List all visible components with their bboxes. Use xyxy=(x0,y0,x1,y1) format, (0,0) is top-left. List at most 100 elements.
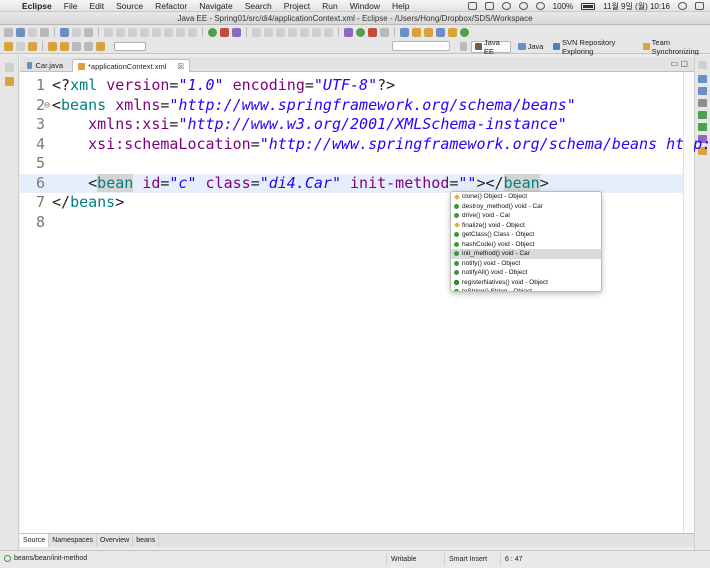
nav-icon[interactable] xyxy=(276,27,285,37)
skip-icon[interactable] xyxy=(232,27,241,37)
run-config-icon[interactable] xyxy=(368,27,377,37)
assist-item[interactable]: notifyAll() void - Object xyxy=(451,268,601,278)
terminate-icon[interactable] xyxy=(152,27,161,37)
restore-icon[interactable] xyxy=(5,63,14,72)
tab-overview[interactable]: Overview xyxy=(97,534,134,547)
back-icon[interactable] xyxy=(72,41,81,51)
assist-item[interactable]: drive() void - Car xyxy=(451,211,601,221)
code-text[interactable]: </beans> xyxy=(52,193,124,212)
nav-icon[interactable] xyxy=(300,27,309,37)
perspective-svn[interactable]: SVN Repository Exploring xyxy=(550,38,636,56)
skip-breakpoints-icon[interactable] xyxy=(116,27,125,37)
toolbar-combo[interactable] xyxy=(114,41,146,51)
last-edit-icon[interactable] xyxy=(96,41,105,51)
toggle-edit-icon[interactable] xyxy=(4,41,13,51)
assist-item[interactable]: destroy_method() void - Car xyxy=(451,202,601,212)
sync-icon[interactable] xyxy=(501,2,511,10)
terminal-icon[interactable] xyxy=(72,27,81,37)
menu-search[interactable]: Search xyxy=(245,1,272,11)
data-source-icon[interactable] xyxy=(698,111,707,119)
debug-settings-icon[interactable] xyxy=(344,27,353,37)
xml-editor[interactable]: 1 <?xml version="1.0" encoding="UTF-8"?> 2… xyxy=(20,72,710,533)
tab-source[interactable]: Source xyxy=(20,534,50,547)
open-perspective-icon[interactable] xyxy=(460,42,468,51)
screen-icon[interactable] xyxy=(484,2,494,10)
assist-item[interactable]: clone() Object - Object xyxy=(451,192,601,202)
code-text[interactable]: <?xml version="1.0" encoding="UTF-8"?> xyxy=(52,76,395,95)
code-text[interactable]: xmlns:xsi="http://www.w3.org/2001/XMLSch… xyxy=(52,115,567,134)
code-text[interactable]: <beans xmlns="http://www.springframework… xyxy=(52,96,576,115)
step-return-icon[interactable] xyxy=(188,27,197,37)
menu-file[interactable]: File xyxy=(64,1,78,11)
open-browser-icon[interactable] xyxy=(208,27,217,37)
code-line[interactable]: 4 xsi:schemaLocation="http://www.springf… xyxy=(20,135,710,154)
menu-source[interactable]: Source xyxy=(116,1,143,11)
nav-icon[interactable] xyxy=(264,27,273,37)
close-tab-icon[interactable]: ☒ xyxy=(177,62,184,71)
resume-icon[interactable] xyxy=(128,27,137,37)
perspective-java-ee[interactable]: Java EE xyxy=(471,38,511,56)
outline-icon[interactable] xyxy=(698,75,707,83)
menu-run[interactable]: Run xyxy=(322,1,338,11)
step-into-icon[interactable] xyxy=(164,27,173,37)
new-icon[interactable] xyxy=(4,27,13,37)
block-selection-icon[interactable] xyxy=(16,41,25,51)
suspend-icon[interactable] xyxy=(140,27,149,37)
snippets-icon[interactable] xyxy=(698,123,707,131)
servers-icon[interactable] xyxy=(698,99,707,107)
web-service-icon[interactable] xyxy=(220,27,229,37)
dropbox-icon[interactable] xyxy=(467,2,477,10)
menu-project[interactable]: Project xyxy=(284,1,310,11)
new-java-class-icon[interactable] xyxy=(400,27,409,37)
step-over-icon[interactable] xyxy=(176,27,185,37)
prev-annotation-icon[interactable] xyxy=(48,41,57,51)
menu-navigate[interactable]: Navigate xyxy=(199,1,233,11)
editor-scrollbar[interactable] xyxy=(683,72,694,533)
search-icon[interactable] xyxy=(436,27,445,37)
build-icon[interactable] xyxy=(60,27,69,37)
task-list-icon[interactable] xyxy=(698,87,707,95)
next-annotation-icon[interactable] xyxy=(60,41,69,51)
nav-icon[interactable] xyxy=(252,27,261,37)
minimize-maximize-icon[interactable]: ▭ ▢ xyxy=(671,59,688,68)
menu-app-name[interactable]: Eclipse xyxy=(22,1,52,11)
save-icon[interactable] xyxy=(16,27,25,37)
menubar-clock[interactable]: 11월 9일 (월) 10:16 xyxy=(603,1,670,12)
assist-item[interactable]: finalize() void - Object xyxy=(451,221,601,231)
code-line[interactable]: 1 <?xml version="1.0" encoding="UTF-8"?> xyxy=(20,76,683,95)
content-assist-popup[interactable]: clone() Object - Object destroy_method() … xyxy=(450,191,602,292)
save-all-icon[interactable] xyxy=(28,27,37,37)
assist-item[interactable]: hashCode() void - Object xyxy=(451,240,601,250)
assist-item[interactable]: init_method() void - Car xyxy=(451,249,601,259)
menu-help[interactable]: Help xyxy=(392,1,409,11)
tab-car-java[interactable]: Car.java xyxy=(22,59,68,72)
menu-window[interactable]: Window xyxy=(350,1,380,11)
code-line[interactable]: 6 <bean id="c" class="di4.Car" init-meth… xyxy=(20,173,683,193)
server-icon[interactable] xyxy=(84,27,93,37)
battery-icon[interactable] xyxy=(581,2,596,10)
code-text[interactable]: xsi:schemaLocation="http://www.springfra… xyxy=(52,135,710,154)
restore-icon[interactable] xyxy=(698,61,707,69)
project-explorer-icon[interactable] xyxy=(5,77,14,86)
external-tools-icon[interactable] xyxy=(380,27,389,37)
toggle-mark-icon[interactable] xyxy=(104,27,113,37)
quick-access-input[interactable] xyxy=(392,41,450,51)
globe-icon[interactable] xyxy=(460,27,469,37)
nav-icon[interactable] xyxy=(312,27,321,37)
print-icon[interactable] xyxy=(40,27,49,37)
assist-item[interactable]: toString() String - Object xyxy=(451,287,601,291)
highlight-icon[interactable] xyxy=(28,41,37,51)
nav-icon[interactable] xyxy=(324,27,333,37)
perspective-java[interactable]: Java xyxy=(515,41,547,53)
spotlight-icon[interactable] xyxy=(678,2,687,10)
assist-item[interactable]: getClass() Class - Object xyxy=(451,230,601,240)
tab-namespaces[interactable]: Namespaces xyxy=(49,534,98,547)
code-text[interactable]: <bean id="c" class="di4.Car" init-method… xyxy=(52,173,549,193)
code-line[interactable]: 3 xmlns:xsi="http://www.w3.org/2001/XMLS… xyxy=(20,115,683,134)
code-line[interactable]: 5 xyxy=(20,154,683,173)
tab-beans[interactable]: beans xyxy=(133,534,160,547)
assist-item[interactable]: notify() void - Object xyxy=(451,259,601,269)
fold-toggle-icon[interactable]: ⊖ xyxy=(44,96,50,115)
tab-application-context[interactable]: *applicationContext.xml ☒ xyxy=(72,59,190,72)
assist-item[interactable]: registerNatives() void - Object xyxy=(451,278,601,288)
